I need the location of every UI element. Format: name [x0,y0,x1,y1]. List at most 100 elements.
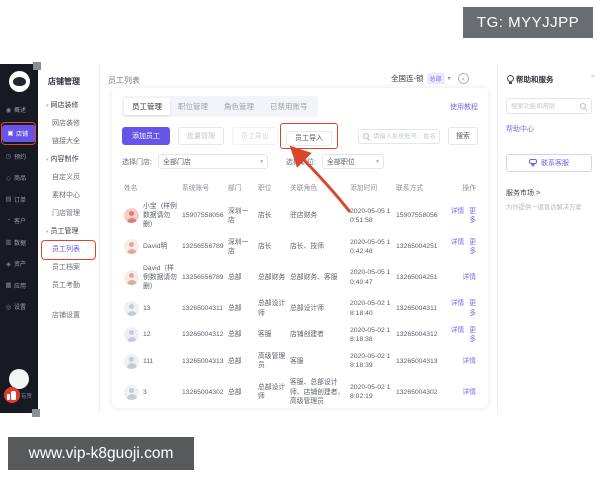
close-icon[interactable]: × [590,72,595,81]
admin-app-screenshot: ◉ 概述 ▣ 店铺 ◷ 预约 ◇ 商品 ▤ 订单 ◔ 客户 ▥ 数据 ◈ 资产 ▦ 应用 ◎ 设置 … [0,64,600,413]
submenu-item-staff-files[interactable]: 员工档案 [38,259,99,277]
annotation-handle [33,62,41,70]
submenu-item-links[interactable]: 链接大全 [38,133,99,151]
detail-link[interactable]: 详情 [462,274,476,281]
search-button[interactable]: 搜索 [448,127,478,145]
chevron-down-icon: ▾ [260,158,263,165]
avatar [124,384,139,400]
help-caption: 为你提供一键直达解决方案 [506,204,582,211]
goods-icon: ◇ [6,174,11,182]
sidebar-item-overview[interactable]: ◉ 概述 [0,99,38,121]
avatar [124,353,139,369]
position-filter-select[interactable]: 全部职位 ▾ [321,154,384,169]
detail-link[interactable]: 详情 [451,300,465,307]
brand-logo [8,71,30,92]
submenu-group-shop-design[interactable]: ▾ 网店装修 [38,97,99,115]
search-icon [363,132,370,140]
help-panel: 帮助和服务 × 帮助中心 联系客服 服务市场 > 为你提供一键直达解决方案 [497,64,600,413]
submenu-item-staff-list[interactable]: 员工列表 [38,240,99,260]
chevron-down-icon: ▾ [447,76,451,82]
sidebar-item-apps[interactable]: ▦ 应用 [0,275,38,297]
detail-link[interactable]: 详情 [451,239,465,246]
secondary-sidebar: 店铺管理 ▾ 网店装修 网店装修 链接大全 ▾ 内容制作 自定义页 素材中心 门店管… [38,64,100,413]
brand-thumb-icon [4,387,20,403]
submenu-item-staff-attendance[interactable]: 员工考勤 [38,277,99,295]
overview-icon: ◉ [5,106,12,114]
brand-label: 有赞 [21,394,33,400]
submenu-title: 店铺管理 [48,77,80,86]
sidebar-item-data[interactable]: ▥ 数据 [0,232,38,254]
sidebar-item-store[interactable]: ▣ 店铺 [1,121,36,145]
more-link[interactable]: 更多 [469,300,476,316]
submenu-item-store-mgmt[interactable]: 门店管理 [38,205,99,223]
submenu-group-content[interactable]: ▾ 内容制作 [38,151,99,169]
toolbar: 添加员工 批量管理 员工导出 员工导入 搜索 [122,123,478,149]
detail-link[interactable]: 详情 [451,327,465,334]
store-tag-badge: 总部 [426,73,445,84]
avatar [124,327,139,343]
help-center-link[interactable]: 帮助中心 [506,124,592,134]
more-link[interactable]: 更多 [469,208,476,224]
notification-icon[interactable] [457,73,469,84]
sidebar-item-booking[interactable]: ◷ 预约 [0,146,38,168]
contact-support-button[interactable]: 联系客服 [506,154,592,172]
service-market-link[interactable]: 服务市场 > [506,188,592,198]
more-link[interactable]: 更多 [469,239,476,255]
avatar [124,239,139,255]
store-name: 全国连-锁 [391,74,424,83]
table-row: 3 13265004302 总部 总部设计师 客服、总部设计师、店铺创建者、高级… [122,374,478,410]
staff-export-button[interactable]: 员工导出 [232,127,278,145]
more-link[interactable]: 更多 [469,327,476,343]
tab-disabled-accounts[interactable]: 已禁用账号 [262,98,316,115]
sidebar-item-settings[interactable]: ◎ 设置 [0,296,38,318]
sidebar-item-assets[interactable]: ◈ 资产 [0,253,38,275]
store-filter-select[interactable]: 全部门店 ▾ [157,154,268,169]
table-row: 111 13265004313 总部 高级管理员 客服 2020-05-02 1… [122,348,478,374]
customers-icon: ◔ [6,217,11,225]
add-staff-button[interactable]: 添加员工 [122,127,170,145]
submenu-group-staff[interactable]: ▾ 员工管理 [38,223,99,241]
submenu-item-custom-page[interactable]: 自定义页 [38,169,99,187]
page-title: 员工列表 [108,76,140,85]
chevron-down-icon: ▾ [376,158,379,165]
store-icon: ▣ [7,130,14,137]
tab-bar: 员工管理 职位管理 角色管理 已禁用账号 [122,96,318,117]
user-avatar[interactable] [9,369,29,389]
filter-row: 选择门店: 全部门店 ▾ 选择职位: 全部职位 ▾ [122,154,478,169]
submenu-item-shop-design[interactable]: 网店装修 [38,115,99,133]
sidebar-item-orders[interactable]: ▤ 订单 [0,189,38,211]
search-icon [580,102,587,110]
staff-table: 姓名 系统账号 部门 职位 关联角色 添加时间 联系方式 操作 小宝（样例数据请… [122,177,478,410]
tab-position-management[interactable]: 职位管理 [170,98,216,115]
sidebar-item-customers[interactable]: ◔ 客户 [0,210,38,232]
detail-link[interactable]: 详情 [462,389,476,396]
batch-manage-button[interactable]: 批量管理 [178,127,224,145]
submenu-item-shop-settings[interactable]: 店铺设置 [38,307,99,325]
detail-link[interactable]: 详情 [462,358,476,365]
submenu-item-material-center[interactable]: 素材中心 [38,187,99,205]
staff-import-button[interactable]: 员工导入 [286,131,332,146]
data-icon: ▥ [5,239,12,247]
url-watermark-badge: www.vip-k8guoji.com [8,437,194,470]
assets-icon: ◈ [6,260,11,268]
help-search-input[interactable] [511,102,577,110]
staff-search-box [358,128,440,144]
chevron-down-icon: ▾ [46,103,49,109]
avatar [124,301,139,317]
tutorial-link[interactable]: 使用教程 [450,102,478,112]
table-row: 小宝（样例数据请勿删） 15907558056 深圳一店 店长 驻店财务 202… [122,198,478,234]
chevron-down-icon: ▾ [46,229,49,235]
avatar [124,270,139,286]
help-panel-title: 帮助和服务 [516,75,554,84]
staff-search-input[interactable] [373,132,435,140]
tg-watermark-badge: TG: MYYJJPP [463,7,593,38]
store-switcher[interactable]: 全国连-锁 总部 ▾ [391,73,469,84]
table-row: David（样例数据请勿删） 13256556789 总部 总部财务 总部财务、… [122,260,478,296]
tab-staff-management[interactable]: 员工管理 [124,98,170,115]
annotation-handle [32,409,40,417]
sidebar-item-goods[interactable]: ◇ 商品 [0,167,38,189]
settings-icon: ◎ [5,303,12,311]
apps-icon: ▦ [5,282,12,290]
tab-role-management[interactable]: 角色管理 [216,98,262,115]
detail-link[interactable]: 详情 [451,208,465,215]
